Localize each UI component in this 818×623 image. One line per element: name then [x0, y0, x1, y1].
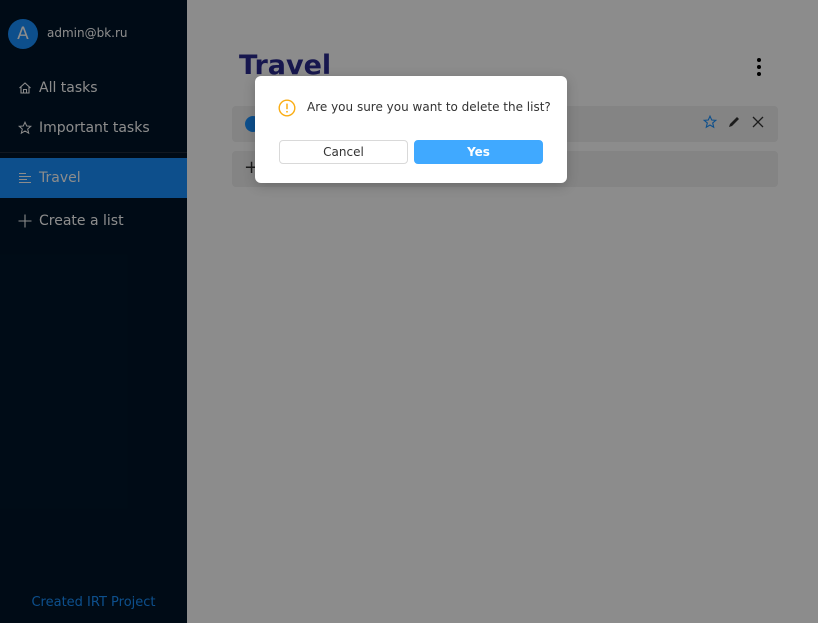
dialog-message: Are you sure you want to delete the list… [307, 100, 551, 114]
confirm-delete-dialog: Are you sure you want to delete the list… [255, 76, 567, 183]
cancel-button[interactable]: Cancel [279, 140, 408, 164]
yes-button[interactable]: Yes [414, 140, 543, 164]
warning-icon [278, 99, 296, 117]
